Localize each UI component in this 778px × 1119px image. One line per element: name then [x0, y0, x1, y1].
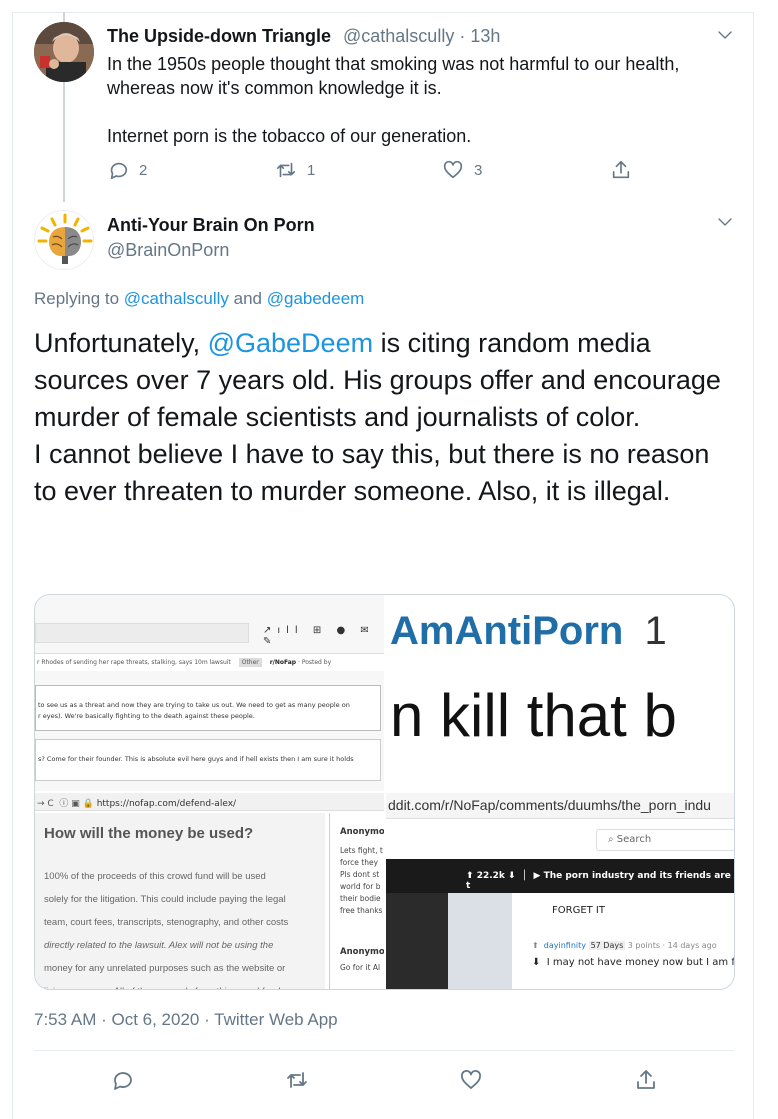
media-grid[interactable]: ↗ıll ⊞ ● ✉ ✎ r Rhodes of sending her rap… — [34, 594, 735, 990]
reply-icon — [110, 162, 128, 180]
post-meta: r Rhodes of sending her rape threats, st… — [37, 658, 332, 667]
author-handle[interactable]: @BrainOnPorn — [107, 240, 229, 261]
retweet-button[interactable]: 1 — [275, 159, 315, 181]
browser-url: → C ⓘ ▣ 🔒 https://nofap.com/defend-alex/ — [37, 799, 237, 809]
avatar[interactable] — [34, 210, 94, 270]
section-paragraph: 100% of the proceeds of this crowd fund … — [44, 871, 289, 989]
chevron-down-icon[interactable] — [716, 26, 734, 47]
media-image-1[interactable]: ↗ıll ⊞ ● ✉ ✎ r Rhodes of sending her rap… — [35, 595, 384, 791]
section-heading: How will the money be used? — [44, 825, 254, 842]
share-icon — [612, 160, 630, 179]
comment-text: Lets fight, t force they Pls dont st wor… — [340, 846, 383, 915]
mention-link[interactable]: @cathalscully — [124, 289, 229, 308]
media-image-2[interactable]: AmAntiPorn 1 n kill that b — [386, 595, 734, 791]
reply-button[interactable]: 2 — [107, 159, 147, 181]
search-icon: ⌕ — [608, 834, 614, 845]
browser-url: ddit.com/r/NoFap/comments/duumhs/the_por… — [388, 797, 711, 813]
avatar[interactable] — [34, 22, 94, 82]
heart-icon — [461, 1070, 481, 1089]
share-icon — [637, 1070, 655, 1089]
username-zoom: AmAntiPorn 1 — [390, 609, 667, 653]
comment-text: to see us as a threat and now they are t… — [38, 701, 350, 720]
comment-text: s? Come for their founder. This is absol… — [38, 755, 354, 763]
comment-zoom: n kill that b — [390, 682, 677, 749]
tweet-actions — [34, 1068, 734, 1094]
toolbar-icons: ↗ıll ⊞ ● ✉ ✎ — [263, 625, 375, 647]
tweet-text: In the 1950s people thought that smoking… — [107, 54, 680, 146]
author-name[interactable]: Anti-Your Brain On Porn — [107, 215, 315, 236]
author-name[interactable]: The Upside-down Triangle — [107, 26, 331, 47]
retweet-icon — [287, 1072, 307, 1088]
media-image-4[interactable]: ddit.com/r/NoFap/comments/duumhs/the_por… — [386, 793, 735, 989]
tweet-timestamp[interactable]: 7:53 AM · Oct 6, 2020 · Twitter Web App — [34, 1010, 338, 1030]
chevron-down-icon[interactable] — [716, 213, 734, 234]
media-image-3[interactable]: → C ⓘ ▣ 🔒 https://nofap.com/defend-alex/… — [35, 793, 384, 989]
replying-to: Replying to @cathalscully and @gabedeem — [34, 289, 365, 308]
divider — [34, 1050, 734, 1051]
comment-text: ⬇ I may not have money now but I am fig — [532, 957, 735, 968]
heart-icon — [443, 160, 463, 179]
comment-text: Go for it Al — [340, 963, 381, 972]
mention-link[interactable]: @GabeDeem — [208, 328, 373, 358]
search-label: ⌕ Search — [608, 834, 652, 845]
like-button[interactable] — [459, 1068, 483, 1092]
comment-author: Anonymo — [340, 947, 384, 957]
comment-text: FORGET IT — [552, 905, 605, 916]
search-bar — [35, 623, 249, 643]
tweet-text: Unfortunately, @GabeDeem is citing rando… — [34, 328, 721, 506]
comment-author: Anonymo — [340, 827, 384, 837]
reply-button[interactable] — [110, 1068, 134, 1092]
mention-link[interactable]: @gabedeem — [267, 289, 365, 308]
reply-icon — [114, 1072, 132, 1090]
tweet-actions: 2 1 3 — [107, 159, 737, 183]
share-button[interactable] — [634, 1068, 658, 1092]
share-button[interactable] — [610, 159, 632, 181]
comment-meta: ⬆ dayinfinity 57 Days 3 points · 14 days… — [532, 941, 717, 950]
like-button[interactable]: 3 — [442, 159, 482, 181]
retweet-button[interactable] — [285, 1068, 309, 1092]
author-handle[interactable]: @cathalscully · 13h — [343, 26, 500, 47]
post-score: ⬆ 22.2k ⬇ │ ▶ The porn industry and its … — [466, 871, 731, 891]
retweet-icon — [276, 162, 296, 178]
